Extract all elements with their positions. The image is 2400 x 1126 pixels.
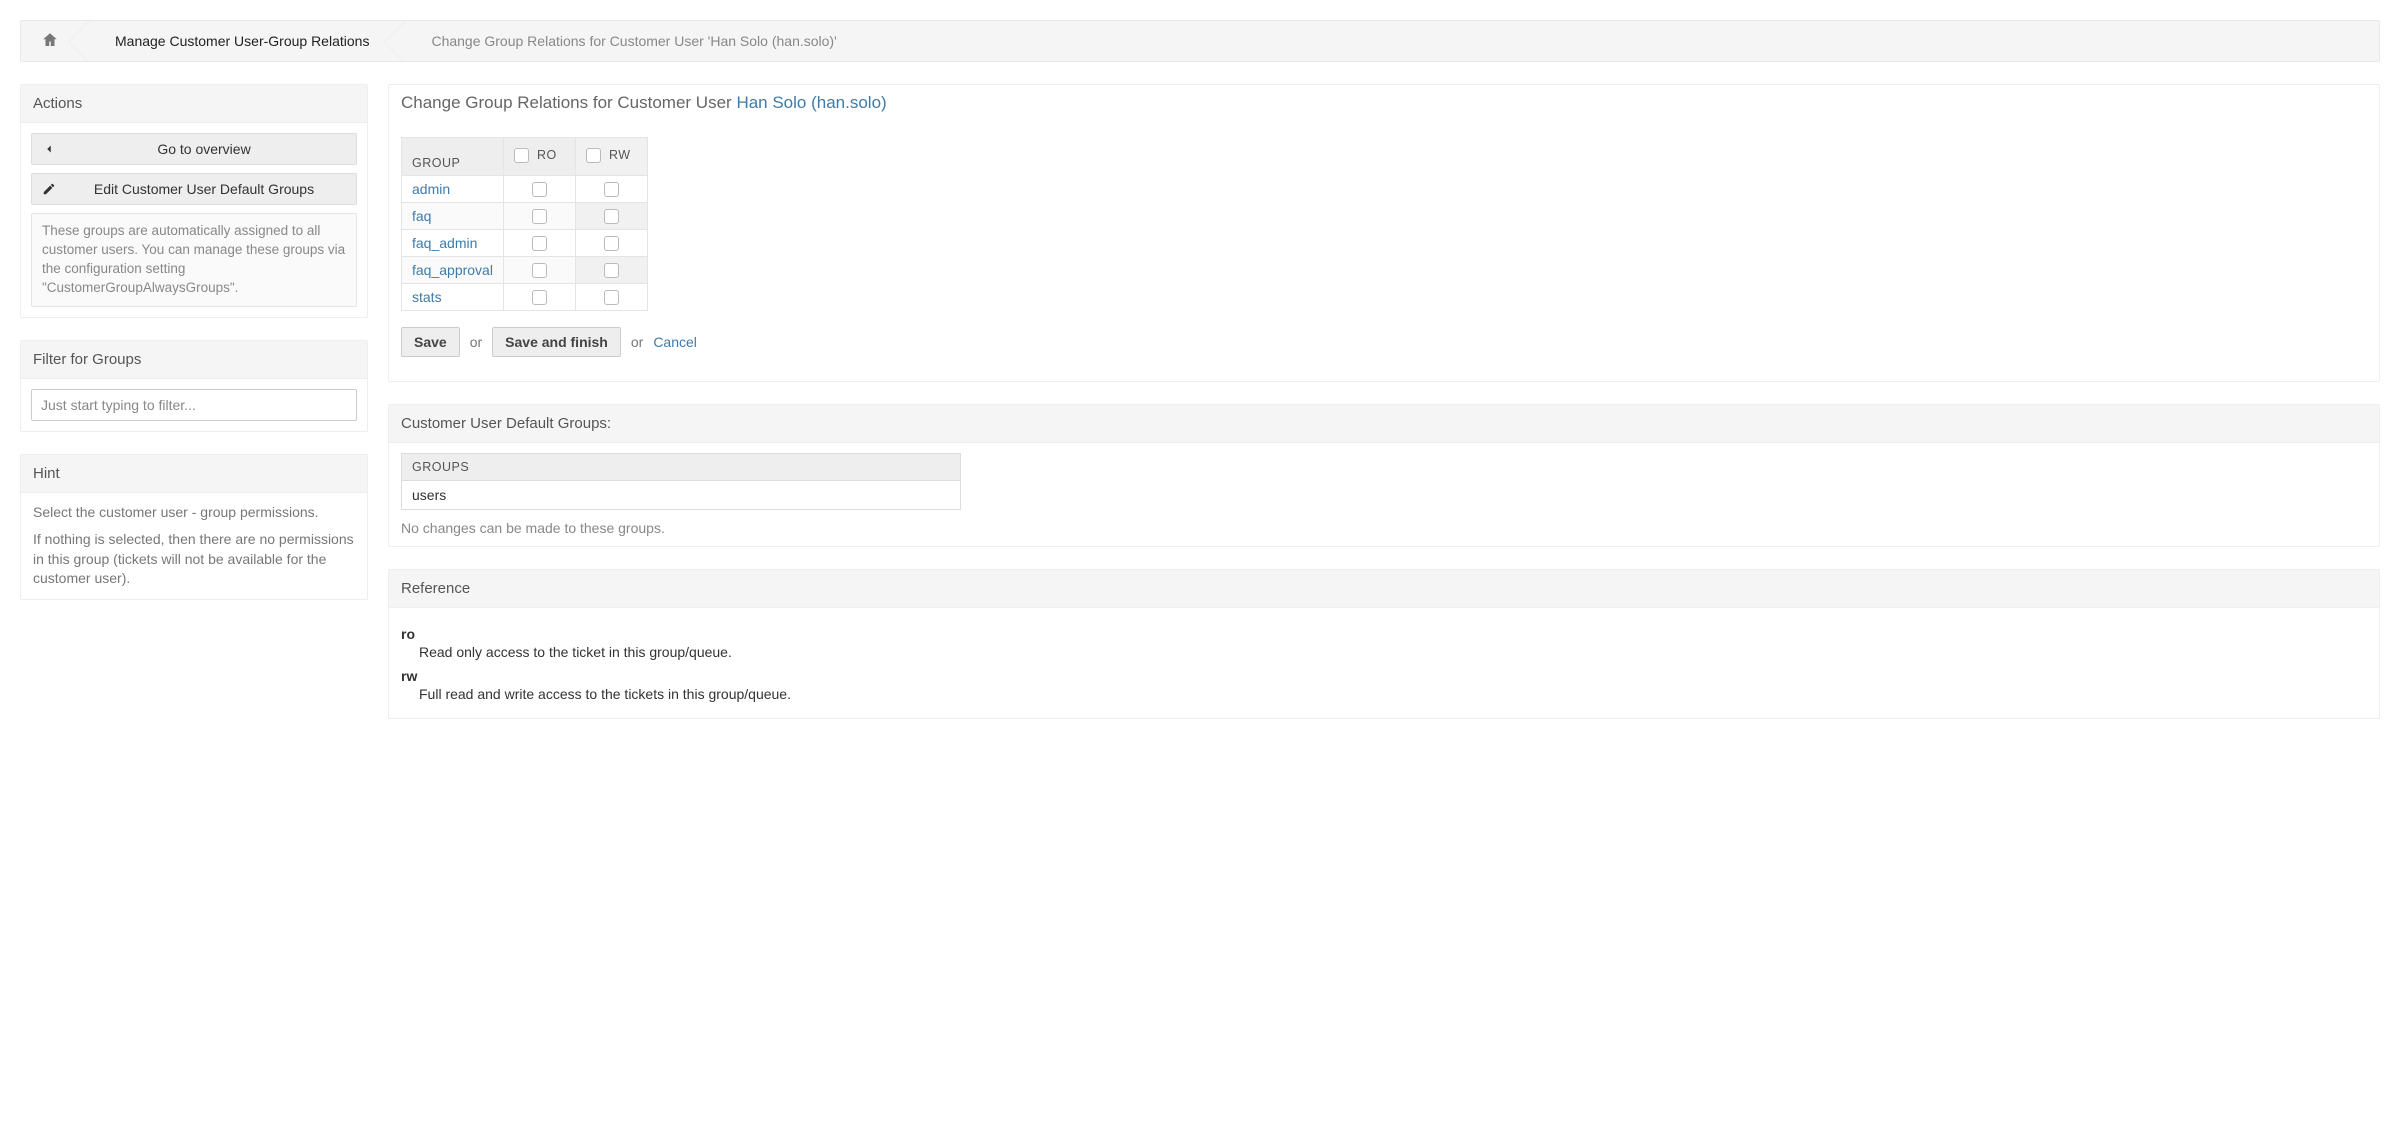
reference-title: Reference (389, 570, 2379, 608)
rw-checkbox[interactable] (604, 209, 619, 224)
go-to-overview-label: Go to overview (62, 141, 346, 157)
reference-term: rw (401, 668, 2369, 684)
ro-cell (503, 176, 575, 203)
home-icon (41, 31, 59, 52)
select-all-rw-checkbox[interactable] (586, 148, 601, 163)
group-cell: faq (402, 203, 504, 230)
filter-groups-input[interactable] (31, 389, 357, 421)
or-text-1: or (470, 334, 482, 350)
group-cell: stats (402, 284, 504, 311)
default-groups-panel: Customer User Default Groups: GROUPS use… (388, 404, 2380, 547)
edit-icon (42, 182, 56, 196)
hint-title: Hint (21, 455, 367, 493)
ro-checkbox[interactable] (532, 290, 547, 305)
group-link[interactable]: faq_admin (412, 235, 477, 251)
edit-default-groups-label: Edit Customer User Default Groups (62, 181, 346, 197)
rw-checkbox[interactable] (604, 263, 619, 278)
default-groups-table: GROUPS users (401, 453, 961, 510)
rw-checkbox[interactable] (604, 290, 619, 305)
actions-title: Actions (21, 85, 367, 123)
ro-checkbox[interactable] (532, 236, 547, 251)
go-to-overview-button[interactable]: Go to overview (31, 133, 357, 165)
rw-checkbox[interactable] (604, 182, 619, 197)
actions-widget: Actions Go to overview Edit Customer Use… (20, 84, 368, 318)
ro-cell (503, 230, 575, 257)
table-row: users (402, 481, 961, 510)
edit-default-groups-button[interactable]: Edit Customer User Default Groups (31, 173, 357, 205)
or-text-2: or (631, 334, 643, 350)
chevron-left-icon (42, 142, 56, 156)
group-link[interactable]: admin (412, 181, 450, 197)
breadcrumb: Manage Customer User-Group Relations Cha… (20, 20, 2380, 62)
table-row: stats (402, 284, 648, 311)
group-link[interactable]: faq (412, 208, 431, 224)
rw-cell (575, 257, 647, 284)
rw-cell (575, 230, 647, 257)
breadcrumb-manage-relations[interactable]: Manage Customer User-Group Relations (79, 21, 395, 61)
breadcrumb-current: Change Group Relations for Customer User… (395, 21, 862, 61)
save-row: Save or Save and finish or Cancel (399, 327, 2369, 371)
reference-term: ro (401, 626, 2369, 642)
perm-col-rw: RW (575, 138, 647, 176)
ro-header-label: RO (537, 148, 557, 162)
hint-line2: If nothing is selected, then there are n… (33, 530, 355, 589)
heading-prefix: Change Group Relations for Customer User (401, 93, 732, 112)
ro-cell (503, 203, 575, 230)
rw-checkbox[interactable] (604, 236, 619, 251)
filter-title: Filter for Groups (21, 341, 367, 379)
rw-header-label: RW (609, 148, 631, 162)
default-group-cell: users (402, 481, 961, 510)
hint-widget: Hint Select the customer user - group pe… (20, 454, 368, 600)
rw-cell (575, 284, 647, 311)
change-relations-heading: Change Group Relations for Customer User… (389, 85, 2379, 127)
filter-widget: Filter for Groups (20, 340, 368, 432)
ro-checkbox[interactable] (532, 182, 547, 197)
cancel-link[interactable]: Cancel (653, 334, 697, 350)
default-groups-header: GROUPS (402, 454, 961, 481)
table-row: faq_approval (402, 257, 648, 284)
table-row: faq_admin (402, 230, 648, 257)
reference-desc: Read only access to the ticket in this g… (419, 644, 2369, 660)
perm-col-ro: RO (503, 138, 575, 176)
save-button[interactable]: Save (401, 327, 460, 357)
change-relations-panel: Change Group Relations for Customer User… (388, 84, 2380, 382)
ro-cell (503, 257, 575, 284)
perm-col-group: GROUP (402, 138, 504, 176)
save-and-finish-button[interactable]: Save and finish (492, 327, 621, 357)
reference-panel: Reference ro Read only access to the tick… (388, 569, 2380, 719)
reference-desc: Full read and write access to the ticket… (419, 686, 2369, 702)
ro-checkbox[interactable] (532, 263, 547, 278)
table-row: admin (402, 176, 648, 203)
group-link[interactable]: faq_approval (412, 262, 493, 278)
group-cell: faq_approval (402, 257, 504, 284)
hint-line1: Select the customer user - group permiss… (33, 503, 355, 523)
ro-cell (503, 284, 575, 311)
select-all-ro-checkbox[interactable] (514, 148, 529, 163)
table-row: faq (402, 203, 648, 230)
permissions-table: GROUP RO RW (401, 137, 648, 311)
default-groups-title: Customer User Default Groups: (389, 405, 2379, 443)
breadcrumb-home[interactable] (21, 21, 79, 61)
heading-user-link[interactable]: Han Solo (han.solo) (736, 93, 886, 112)
group-link[interactable]: stats (412, 289, 442, 305)
default-groups-note: No changes can be made to these groups. (401, 520, 2369, 536)
group-cell: admin (402, 176, 504, 203)
group-cell: faq_admin (402, 230, 504, 257)
actions-note: These groups are automatically assigned … (31, 213, 357, 307)
rw-cell (575, 203, 647, 230)
rw-cell (575, 176, 647, 203)
ro-checkbox[interactable] (532, 209, 547, 224)
